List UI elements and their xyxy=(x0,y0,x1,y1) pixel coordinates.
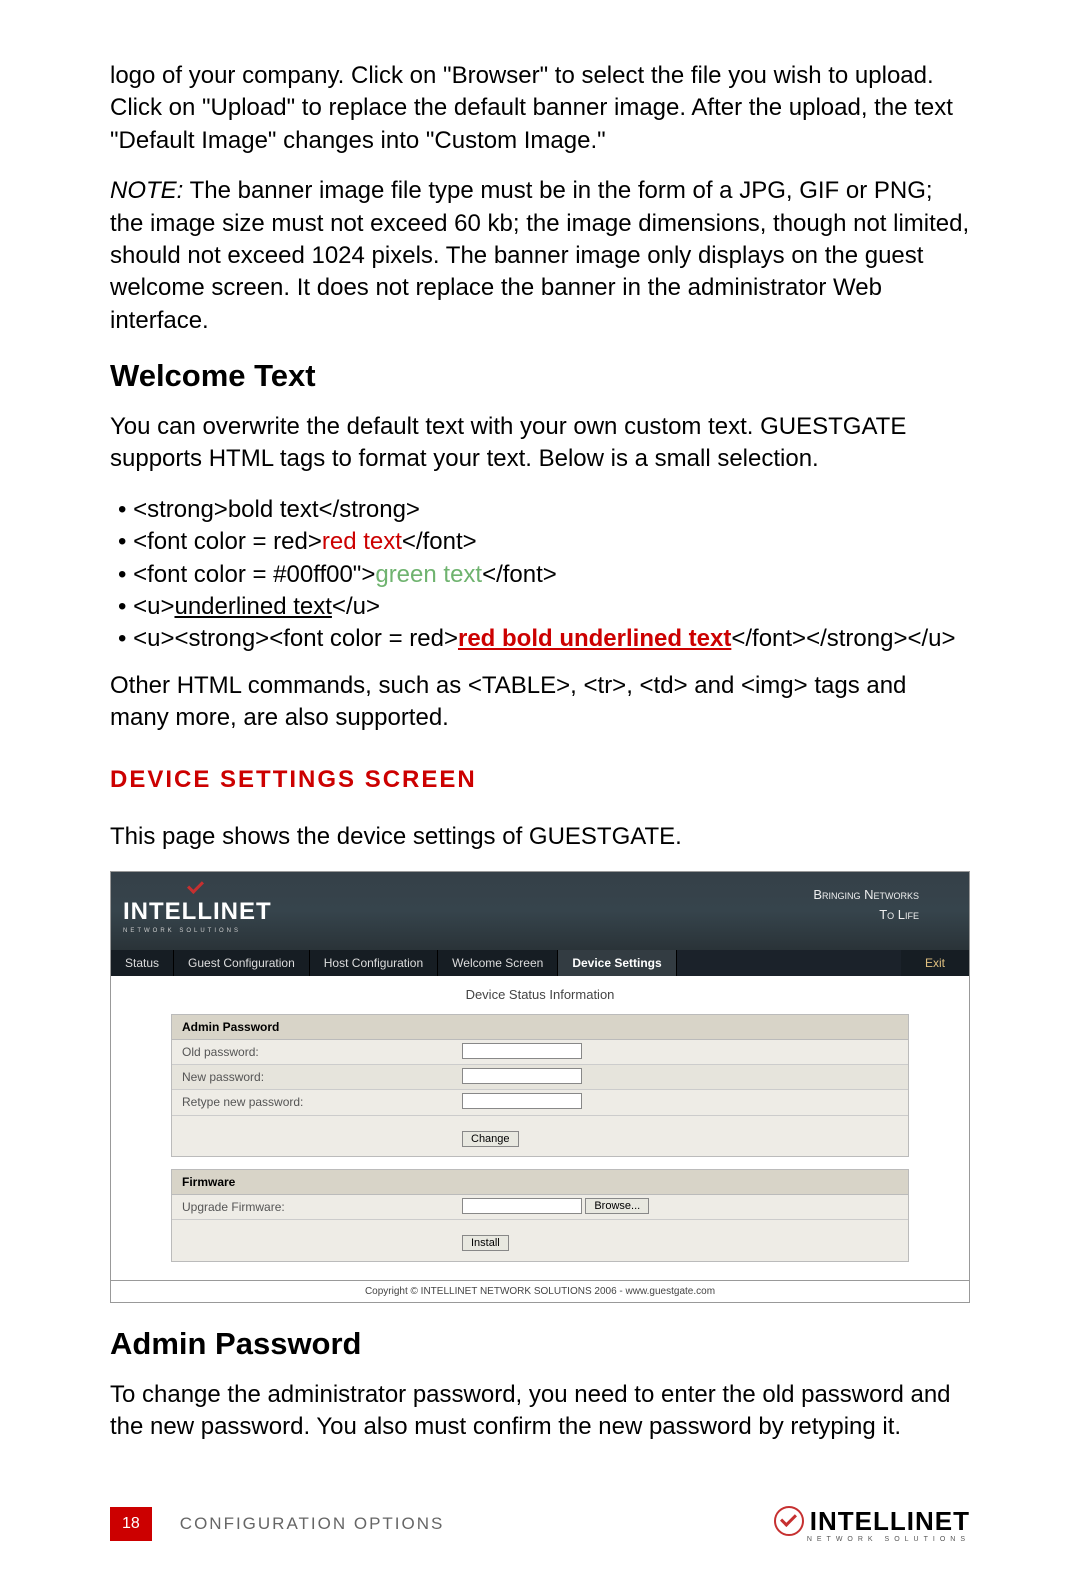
firmware-file-input[interactable] xyxy=(462,1198,582,1214)
nav-tabs: Status Guest Configuration Host Configur… xyxy=(111,950,969,976)
code-post: </font></strong></u> xyxy=(731,625,955,652)
checkmark-icon xyxy=(185,878,209,894)
tagline-line1: Bringing Networks xyxy=(813,887,919,902)
code-post: </font> xyxy=(482,561,557,588)
tagline-line2: To Life xyxy=(813,906,919,924)
page-number: 18 xyxy=(110,1507,152,1541)
tab-welcome-screen[interactable]: Welcome Screen xyxy=(438,950,558,976)
code-pre: <font color = #00ff00"> xyxy=(133,561,375,588)
list-item: <u>underlined text</u> xyxy=(110,591,970,623)
bold-sample: bold text xyxy=(228,496,319,523)
note-body: The banner image file type must be in th… xyxy=(110,177,969,334)
code-post: </u> xyxy=(332,593,380,620)
tab-device-settings[interactable]: Device Settings xyxy=(558,950,676,976)
firmware-header: Firmware xyxy=(172,1170,908,1195)
admin-password-panel: Admin Password Old password: New passwor… xyxy=(171,1014,909,1157)
device-intro: This page shows the device settings of G… xyxy=(110,821,970,853)
code-pre: <strong> xyxy=(133,496,228,523)
green-sample: green text xyxy=(375,561,482,588)
red-bold-underline-sample: red bold underlined text xyxy=(458,625,731,652)
change-button[interactable]: Change xyxy=(462,1131,519,1147)
old-password-label: Old password: xyxy=(172,1040,452,1064)
note-paragraph: NOTE: The banner image file type must be… xyxy=(110,175,970,337)
new-password-input[interactable] xyxy=(462,1068,582,1084)
list-item: <u><strong><font color = red>red bold un… xyxy=(110,623,970,655)
admin-password-paragraph: To change the administrator password, yo… xyxy=(110,1379,970,1444)
page-footer: 18 CONFIGURATION OPTIONS INTELLINET NETW… xyxy=(110,1504,970,1545)
list-item: <font color = red>red text</font> xyxy=(110,526,970,558)
code-post: </strong> xyxy=(319,496,420,523)
welcome-text-heading: Welcome Text xyxy=(110,355,970,397)
tab-status[interactable]: Status xyxy=(111,950,174,976)
footer-brand-name: INTELLINET xyxy=(810,1504,970,1539)
code-pre: <font color = red> xyxy=(133,528,322,555)
tab-exit[interactable]: Exit xyxy=(901,950,969,976)
red-sample: red text xyxy=(322,528,402,555)
footer-logo: INTELLINET NETWORK SOLUTIONS xyxy=(774,1504,970,1545)
tab-host-configuration[interactable]: Host Configuration xyxy=(310,950,438,976)
firmware-panel: Firmware Upgrade Firmware: Browse... Ins… xyxy=(171,1169,909,1262)
code-post: </font> xyxy=(402,528,477,555)
banner-logo: INTELLINET NETWORK SOLUTIONS xyxy=(123,878,272,934)
old-password-input[interactable] xyxy=(462,1043,582,1059)
welcome-paragraph-2: Other HTML commands, such as <TABLE>, <t… xyxy=(110,670,970,735)
brand-name: INTELLINET xyxy=(123,896,272,928)
copyright-text: Copyright © INTELLINET NETWORK SOLUTIONS… xyxy=(111,1280,969,1303)
list-item: <strong>bold text</strong> xyxy=(110,494,970,526)
note-label: NOTE: xyxy=(110,177,183,204)
admin-password-header: Admin Password xyxy=(172,1015,908,1040)
device-settings-heading: Device Settings Screen xyxy=(110,764,970,796)
admin-password-heading: Admin Password xyxy=(110,1323,970,1365)
device-settings-screenshot: INTELLINET NETWORK SOLUTIONS Bringing Ne… xyxy=(110,871,970,1303)
underline-sample: underlined text xyxy=(174,593,331,620)
banner-tagline: Bringing Networks To Life xyxy=(813,886,919,923)
browse-button[interactable]: Browse... xyxy=(585,1198,649,1214)
code-pre: <u> xyxy=(133,593,174,620)
footer-section: CONFIGURATION OPTIONS xyxy=(180,1513,445,1536)
code-pre: <u><strong><font color = red> xyxy=(133,625,458,652)
section-title: Device Status Information xyxy=(111,976,969,1014)
welcome-paragraph: You can overwrite the default text with … xyxy=(110,411,970,476)
new-password-label: New password: xyxy=(172,1065,452,1089)
list-item: <font color = #00ff00">green text</font> xyxy=(110,559,970,591)
intro-paragraph: logo of your company. Click on "Browser"… xyxy=(110,60,970,157)
footer-brand-subtitle: NETWORK SOLUTIONS xyxy=(774,1535,970,1544)
retype-password-input[interactable] xyxy=(462,1093,582,1109)
tab-guest-configuration[interactable]: Guest Configuration xyxy=(174,950,310,976)
upgrade-firmware-label: Upgrade Firmware: xyxy=(172,1195,452,1219)
retype-password-label: Retype new password: xyxy=(172,1090,452,1114)
install-button[interactable]: Install xyxy=(462,1235,509,1251)
banner: INTELLINET NETWORK SOLUTIONS Bringing Ne… xyxy=(111,872,969,950)
html-examples-list: <strong>bold text</strong> <font color =… xyxy=(110,494,970,656)
